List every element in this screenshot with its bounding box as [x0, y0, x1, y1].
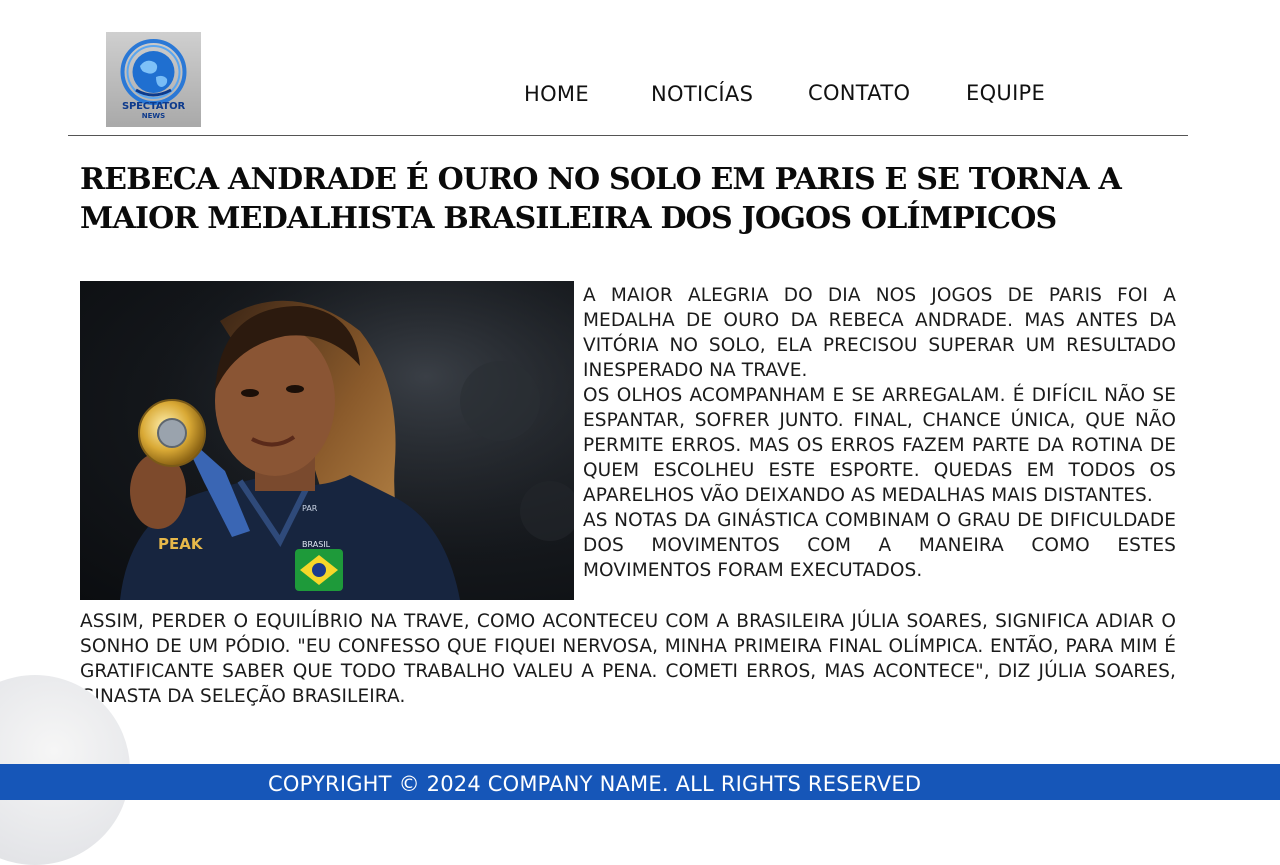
article-paragraph: As notas da ginástica combinam o grau de…	[583, 510, 1176, 581]
site-logo[interactable]: SPECTATOR NEWS	[106, 32, 201, 127]
logo-wordmark: SPECTATOR	[122, 101, 185, 112]
article-paragraph: Os olhos acompanham e se arregalam. É di…	[583, 385, 1176, 506]
nav-link-contact[interactable]: CONTATO	[808, 81, 910, 105]
copyright-text: COPYRIGHT © 2024 COMPANY NAME. ALL RIGHT…	[268, 772, 922, 796]
header-divider	[68, 135, 1188, 136]
article-body-full: Assim, perder o equilíbrio na trave, com…	[80, 609, 1176, 709]
logo-subtitle: NEWS	[141, 112, 166, 120]
article-photo: BRASIL PEAK PAR	[80, 281, 574, 600]
jacket-text: BRASIL	[302, 540, 331, 549]
article-body-right: A maior alegria do dia nos Jogos de Pari…	[583, 283, 1176, 583]
footer: COPYRIGHT © 2024 COMPANY NAME. ALL RIGHT…	[0, 764, 1280, 800]
nav-link-home[interactable]: HOME	[524, 82, 589, 106]
athlete-photo-illustration: BRASIL PEAK PAR	[80, 281, 574, 600]
nav-link-news[interactable]: NOTICÍAS	[651, 82, 753, 106]
article-paragraph: Assim, perder o equilíbrio na trave, com…	[80, 611, 1176, 707]
sleeve-text: PAR	[302, 504, 318, 513]
article-title: REBECA ANDRADE É OURO NO SOLO EM PARIS E…	[80, 162, 1122, 236]
nav-link-team[interactable]: EQUIPE	[966, 81, 1045, 105]
sponsor-logo: PEAK	[158, 535, 204, 553]
article-paragraph: A maior alegria do dia nos Jogos de Pari…	[583, 285, 1176, 381]
